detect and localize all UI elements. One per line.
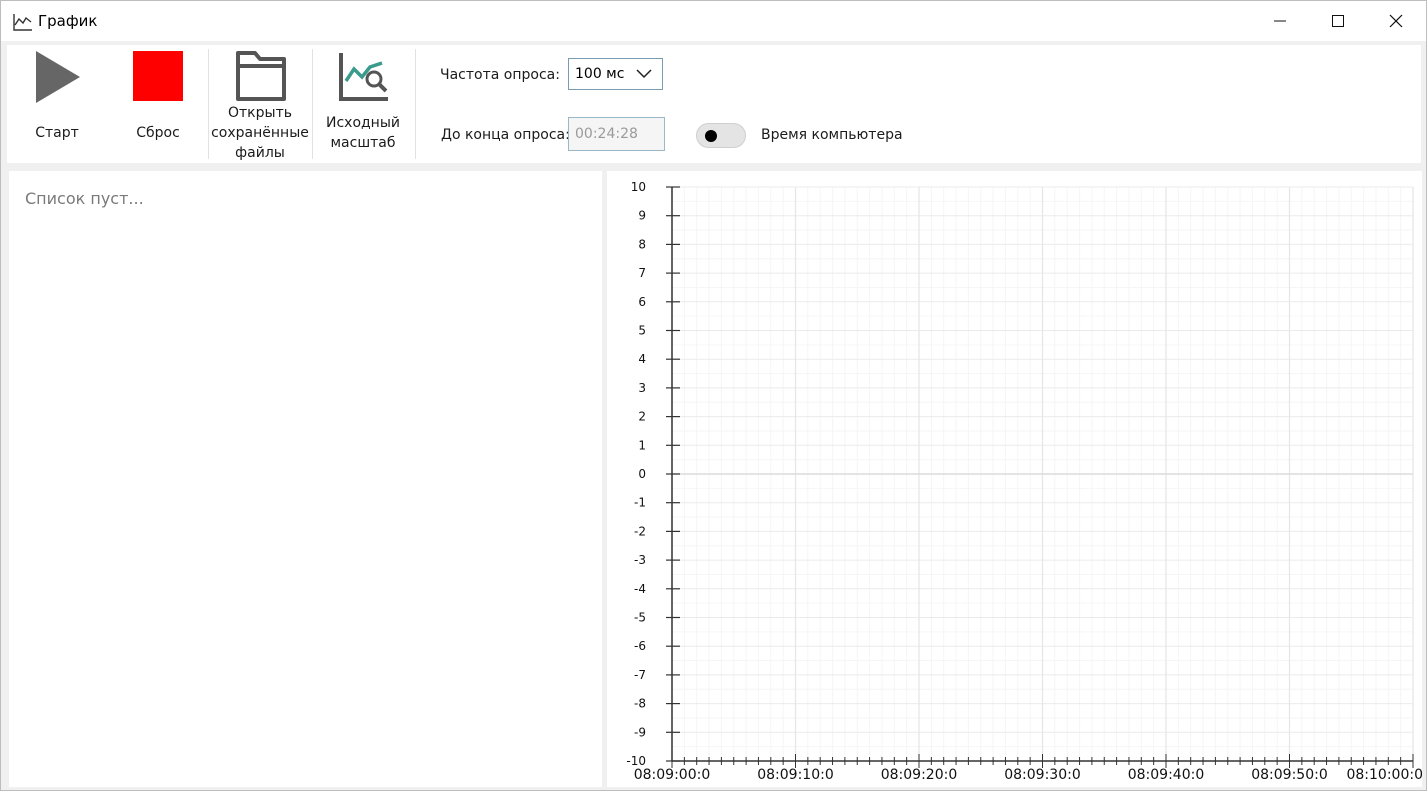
y-tick-label: -6 (634, 639, 646, 653)
reset-label: Сброс (136, 125, 180, 141)
chart-app-icon (13, 14, 32, 31)
x-tick-label: 08:09:50:0 (1251, 767, 1328, 783)
graph-window: График Старт Сброс Открыть сохранённые ф… (0, 0, 1427, 791)
empty-list-text: Список пуст... (25, 189, 144, 208)
remaining-time-value: 00:24:28 (575, 126, 638, 142)
sensor-list[interactable]: Список пуст... (9, 171, 602, 787)
folder-icon (236, 51, 286, 101)
poll-rate-label: Частота опроса: (440, 67, 560, 83)
y-tick-label: -8 (634, 697, 646, 711)
minimize-button[interactable] (1251, 1, 1309, 41)
open-saved-files-button[interactable]: Открыть сохранённые файлы (210, 45, 310, 163)
y-tick-label: 9 (638, 209, 646, 223)
x-tick-label: 08:09:20:0 (881, 767, 958, 783)
title-bar[interactable]: График (1, 1, 1426, 41)
toolbar-separator (415, 49, 416, 159)
y-tick-label: -3 (634, 553, 646, 567)
pc-time-toggle[interactable] (696, 123, 746, 148)
y-tick-label: 2 (638, 410, 646, 424)
toolbar-separator (208, 49, 209, 159)
y-tick-label: 5 (638, 324, 646, 338)
open-saved-label-2: сохранённые (211, 125, 309, 141)
poll-rate-value: 100 мс (575, 66, 625, 82)
y-tick-label: 1 (638, 438, 646, 452)
reset-zoom-button[interactable]: Исходный масштаб (313, 45, 413, 163)
open-saved-label-1: Открыть (228, 105, 292, 121)
y-tick-label: 0 (638, 467, 646, 481)
y-tick-label: 4 (638, 352, 646, 366)
start-button[interactable]: Старт (7, 45, 107, 163)
y-tick-label: -5 (634, 611, 646, 625)
stop-icon (133, 51, 183, 101)
y-tick-label: -10 (626, 754, 646, 768)
play-icon (36, 51, 80, 103)
y-tick-label: -7 (634, 668, 646, 682)
chart-panel[interactable]: 10 9 8 7 6 5 4 3 2 1 0 -1 -2 -3 -4 -5 -6 -7 -8 -9 -10 08:09:… (607, 171, 1422, 787)
toggle-knob (705, 130, 717, 142)
reset-button[interactable]: Сброс (108, 45, 208, 163)
pc-time-label: Время компьютера (761, 127, 903, 143)
chevron-down-icon (636, 69, 652, 79)
reset-zoom-label-2: масштаб (330, 135, 396, 151)
poll-rate-select[interactable]: 100 мс (568, 58, 663, 90)
y-tick-label: -4 (634, 582, 646, 596)
open-saved-label-3: файлы (235, 145, 285, 161)
x-tick-label: 08:09:10:0 (757, 767, 834, 783)
remaining-time-field: 00:24:28 (568, 117, 665, 151)
y-tick-label: -9 (634, 725, 646, 739)
x-tick-label: 08:09:00:0 (634, 767, 711, 783)
reset-zoom-label-1: Исходный (325, 115, 400, 131)
y-tick-label: 8 (638, 237, 646, 251)
maximize-button[interactable] (1309, 1, 1367, 41)
y-tick-label: -1 (634, 496, 646, 510)
y-tick-label: -2 (634, 524, 646, 538)
x-tick-label: 08:09:30:0 (1004, 767, 1081, 783)
x-tick-label: 08:09:40:0 (1128, 767, 1205, 783)
y-tick-label: 6 (638, 295, 646, 309)
minimize-icon (1274, 20, 1286, 22)
chart-zoom-icon (339, 53, 388, 101)
y-tick-label: 10 (631, 180, 646, 194)
close-icon (1389, 14, 1403, 28)
x-tick-label: 08:10:00:0 (1346, 767, 1422, 783)
chart-plot[interactable]: 109876543210-1-2-3-4-5-6-7-8-9-10 08:09:… (607, 171, 1422, 787)
y-tick-label: 7 (638, 266, 646, 280)
window-title: График (38, 12, 98, 30)
y-tick-label: 3 (638, 381, 646, 395)
toolbar: Старт Сброс Открыть сохранённые файлы Ис… (7, 45, 1421, 163)
maximize-icon (1332, 15, 1344, 27)
remaining-time-label: До конца опроса: (441, 127, 570, 143)
close-button[interactable] (1367, 1, 1425, 41)
start-label: Старт (35, 125, 79, 141)
